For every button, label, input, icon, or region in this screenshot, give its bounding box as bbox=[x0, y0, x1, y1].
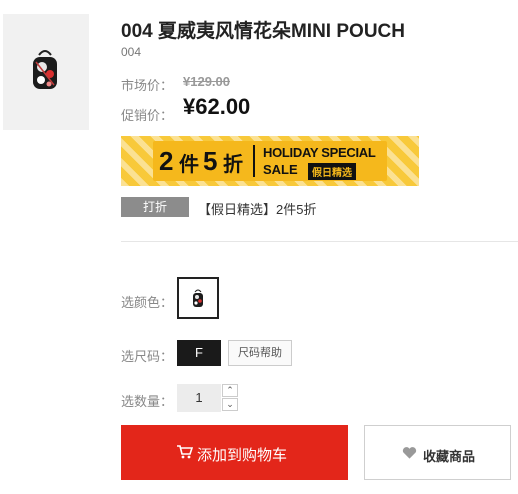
product-code: 004 bbox=[121, 45, 142, 59]
heart-icon bbox=[402, 447, 417, 459]
banner-holiday-special: HOLIDAY SPECIAL bbox=[263, 145, 376, 160]
swatch-pouch-image bbox=[193, 289, 203, 307]
product-thumbnail[interactable] bbox=[3, 14, 89, 130]
promo-banner-panel: 2 件 5 折 HOLIDAY SPECIAL SALE 假日精选 bbox=[153, 141, 387, 181]
pouch-image bbox=[33, 50, 57, 89]
discount-description: 【假日精选】2件5折 bbox=[198, 202, 317, 217]
favorite-button[interactable]: 收藏商品 bbox=[364, 425, 511, 480]
discount-badge: 打折 bbox=[121, 197, 189, 217]
banner-zhe: 折 bbox=[223, 154, 243, 176]
banner-holiday-tag: 假日精选 bbox=[308, 163, 356, 180]
banner-sale: SALE bbox=[263, 162, 298, 177]
market-price: ¥129.00 bbox=[183, 74, 230, 89]
size-help-button[interactable]: 尺码帮助 bbox=[228, 340, 292, 366]
banner-divider bbox=[253, 145, 255, 177]
color-swatch[interactable] bbox=[177, 277, 219, 319]
quantity-label: 选数量： bbox=[121, 394, 174, 409]
cart-icon bbox=[177, 445, 193, 459]
add-to-cart-button[interactable]: 添加到购物车 bbox=[121, 425, 348, 480]
product-title: 004 夏威夷风情花朵MINI POUCH bbox=[121, 21, 405, 42]
promo-price-label: 促销价： bbox=[121, 108, 174, 123]
promo-banner[interactable]: 2 件 5 折 HOLIDAY SPECIAL SALE 假日精选 bbox=[121, 136, 419, 186]
quantity-decrease-button[interactable]: ⌄ bbox=[222, 398, 238, 411]
color-label: 选颜色： bbox=[121, 295, 174, 310]
add-to-cart-label: 添加到购物车 bbox=[197, 447, 288, 464]
size-label: 选尺码： bbox=[121, 349, 174, 364]
market-price-label: 市场价： bbox=[121, 78, 174, 93]
favorite-label: 收藏商品 bbox=[423, 449, 476, 464]
quantity-increase-button[interactable]: ⌃ bbox=[222, 384, 238, 397]
banner-jian: 件 bbox=[179, 154, 199, 176]
banner-number-5: 5 bbox=[203, 146, 218, 176]
size-option-f[interactable]: F bbox=[177, 340, 221, 366]
divider bbox=[121, 241, 518, 242]
promo-price: ¥62.00 bbox=[183, 94, 251, 119]
quantity-input[interactable]: 1 bbox=[177, 384, 221, 412]
banner-number-2: 2 bbox=[159, 146, 174, 176]
